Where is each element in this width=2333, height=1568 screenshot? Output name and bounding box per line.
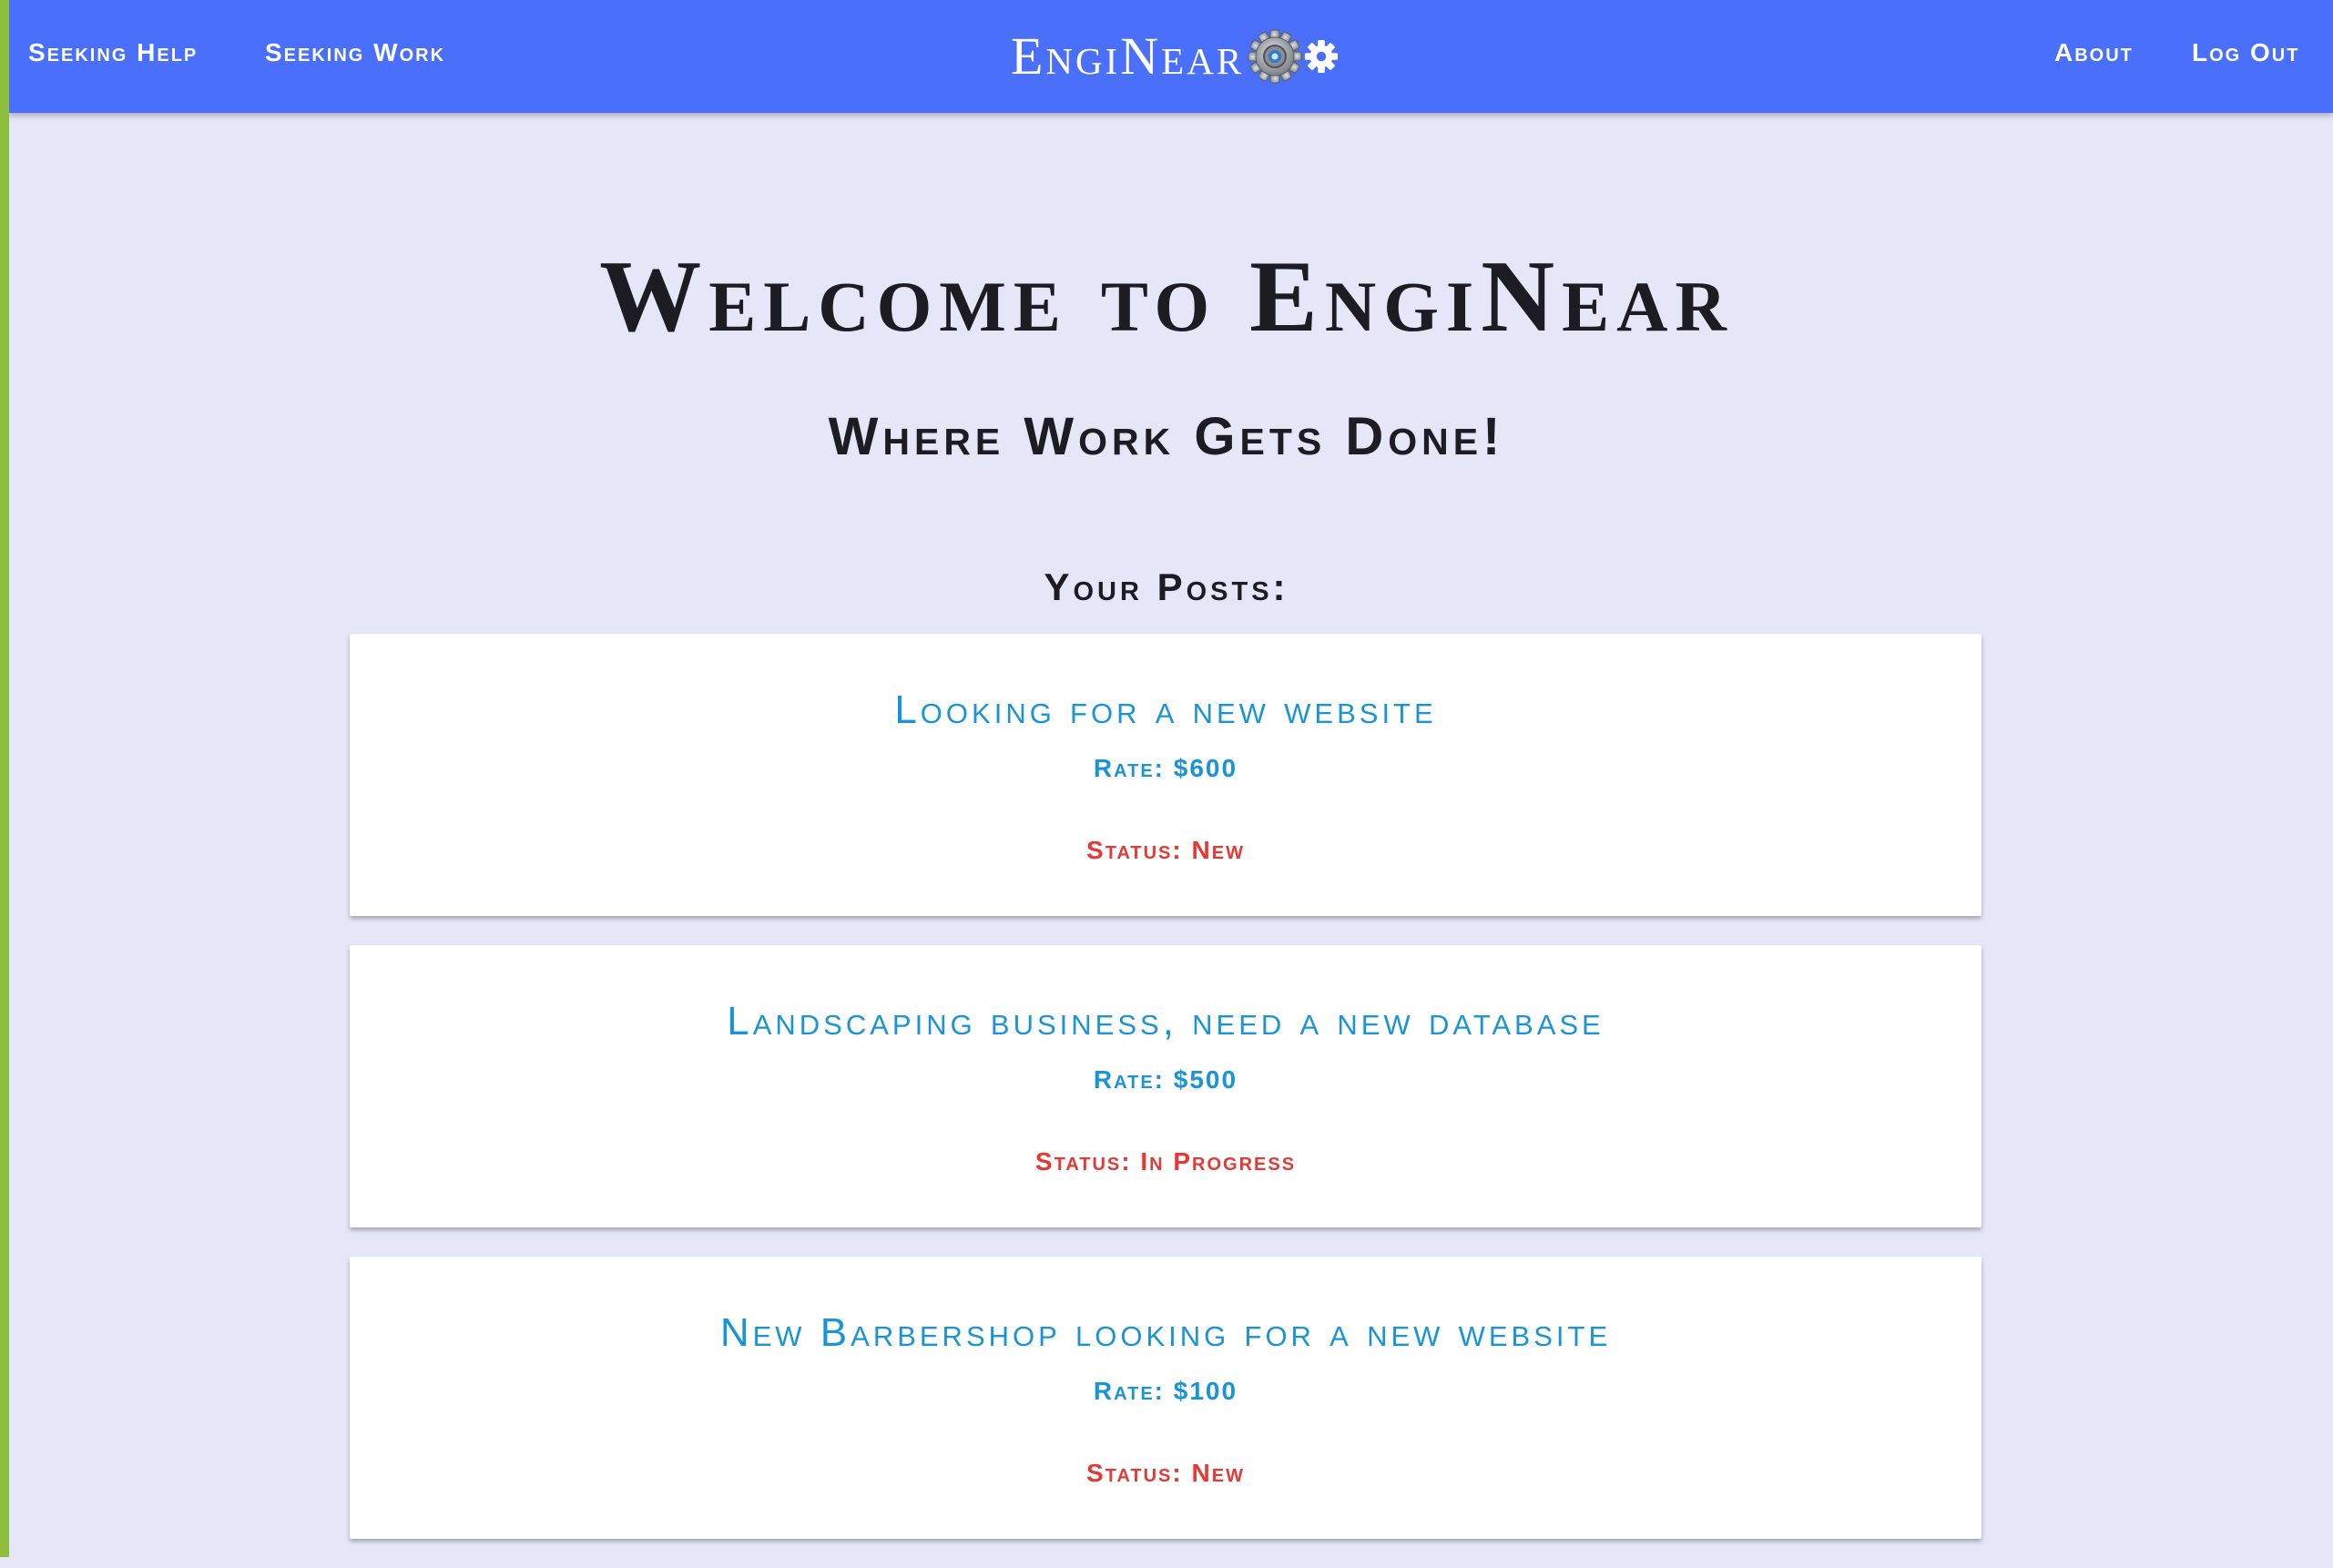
post-card[interactable]: Landscaping business, need a new databas…: [350, 945, 1982, 1227]
post-status: Status: New: [1086, 836, 1245, 864]
page-title: Welcome to EngiNear: [599, 240, 1734, 353]
brand-logo[interactable]: EngiNear: [1011, 22, 1339, 91]
post-card[interactable]: New Barbershop looking for a new website…: [350, 1257, 1982, 1539]
gear-icon: [1305, 39, 1339, 74]
post-rate: Rate: $500: [1093, 1065, 1238, 1094]
post-status: Status: New: [1086, 1459, 1245, 1487]
nav-about[interactable]: About: [2054, 36, 2134, 69]
post-title[interactable]: New Barbershop looking for a new website: [350, 1309, 1982, 1358]
post-card[interactable]: Looking for a new website Rate: $600 Sta…: [350, 634, 1982, 916]
brand-name: EngiNear: [1011, 26, 1245, 86]
page-subtitle: Where Work Gets Done!: [828, 407, 1505, 466]
gear-icon: [1248, 29, 1302, 84]
post-status: Status: In Progress: [1034, 1147, 1297, 1176]
posts-list: Looking for a new website Rate: $600 Sta…: [350, 634, 1982, 1568]
nav-log-out[interactable]: Log Out: [2192, 36, 2299, 69]
post-title[interactable]: Looking for a new website: [350, 687, 1982, 735]
left-accent-border: [0, 0, 9, 1557]
top-navbar: Seeking Help Seeking Work EngiNear About…: [9, 0, 2333, 113]
post-rate: Rate: $100: [1093, 1377, 1238, 1405]
nav-seeking-help[interactable]: Seeking Help: [28, 36, 198, 69]
posts-heading: Your Posts:: [1044, 565, 1289, 608]
post-title[interactable]: Landscaping business, need a new databas…: [350, 998, 1982, 1046]
nav-seeking-work[interactable]: Seeking Work: [265, 36, 445, 69]
post-rate: Rate: $600: [1093, 754, 1238, 782]
